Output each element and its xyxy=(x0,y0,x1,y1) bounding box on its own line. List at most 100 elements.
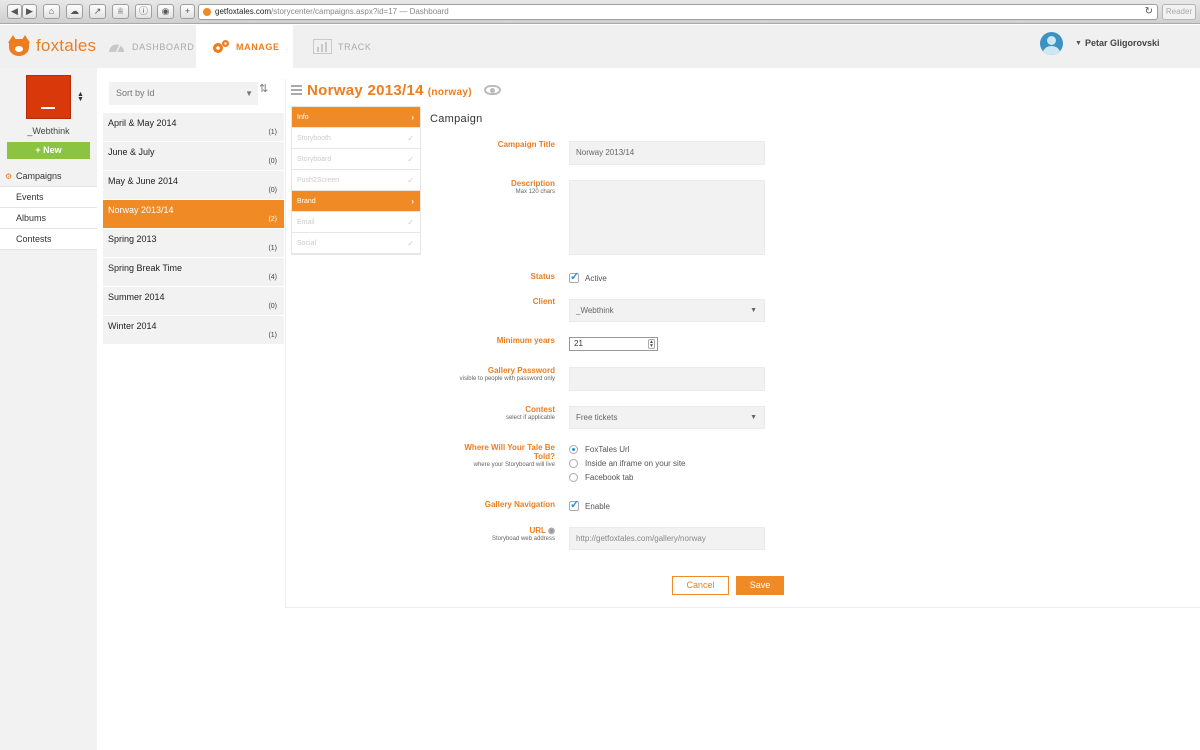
description-textarea[interactable] xyxy=(569,180,765,255)
home-icon[interactable]: ⌂ xyxy=(43,4,60,19)
step-email[interactable]: Email ✓ xyxy=(292,212,420,233)
step-push2screen[interactable]: Push2Screen ✓ xyxy=(292,170,420,191)
contest-select[interactable]: Free tickets ▼ xyxy=(569,406,765,429)
foxtales-logo[interactable]: foxtales xyxy=(8,33,96,59)
step-brand[interactable]: Brand › xyxy=(292,191,420,212)
list-item[interactable]: June & July (0) xyxy=(103,142,284,171)
page-title-text: — Dashboard xyxy=(399,7,449,16)
sidebar-item-contests[interactable]: Contests xyxy=(0,229,97,250)
sidebar-item-label: Albums xyxy=(16,213,47,223)
sidebar-item-label: Contests xyxy=(16,234,52,244)
chevron-right-icon: › xyxy=(411,113,414,122)
url-label: URL ◉ Storyboad web address xyxy=(491,526,555,542)
new-tab-icon[interactable]: + xyxy=(180,4,195,19)
min-years-stepper[interactable]: 21 ▲ ▼ xyxy=(569,337,658,351)
step-storyboard[interactable]: Storyboard ✓ xyxy=(292,149,420,170)
contest-label: Contest select if applicable xyxy=(505,405,555,421)
radio-icon xyxy=(569,459,578,468)
tab-dashboard[interactable]: DASHBOARD xyxy=(98,25,196,68)
step-label: Info xyxy=(297,114,309,121)
description-label: Description Max 120 chars xyxy=(510,179,555,195)
eye-icon: ◉ xyxy=(548,526,555,535)
extension-icon[interactable]: ◉ xyxy=(157,4,174,19)
list-item-selected[interactable]: Norway 2013/14 (2) xyxy=(103,200,284,229)
step-label: Storybooth xyxy=(297,135,331,142)
sidebar-item-albums[interactable]: Albums xyxy=(0,208,97,229)
list-item[interactable]: Spring 2013 (1) xyxy=(103,229,284,258)
sidebar-item-events[interactable]: Events xyxy=(0,187,97,208)
campaign-title-input[interactable]: Norway 2013/14 xyxy=(569,141,765,165)
share-icon[interactable]: ↗ xyxy=(89,4,106,19)
cloud-icon[interactable]: ☁ xyxy=(66,4,83,19)
status-active-checkbox[interactable]: Active xyxy=(569,270,607,283)
gallery-navigation-checkbox[interactable]: Enable xyxy=(569,498,610,511)
reload-icon[interactable]: ↻ xyxy=(1145,5,1153,19)
url-path: /storycenter/campaigns.aspx?id=17 xyxy=(271,7,398,16)
list-item[interactable]: May & June 2014 (0) xyxy=(103,171,284,200)
chevron-down-icon: ▼ xyxy=(245,89,253,98)
list-item[interactable]: Spring Break Time (4) xyxy=(103,258,284,287)
company-switch-icon[interactable]: ▲ ▼ xyxy=(77,91,84,103)
tab-track[interactable]: TRACK xyxy=(293,25,389,68)
tab-manage[interactable]: MANAGE xyxy=(196,25,293,68)
back-icon[interactable]: ◀ xyxy=(7,4,22,19)
gallery-password-input[interactable] xyxy=(569,367,765,391)
check-icon: ✓ xyxy=(407,155,414,164)
campaign-count: (1) xyxy=(268,129,277,136)
radio-iframe[interactable]: Inside an iframe on your site xyxy=(569,459,686,468)
reader-button[interactable]: Reader xyxy=(1162,4,1196,20)
radio-label: Inside an iframe on your site xyxy=(585,459,686,468)
menu-icon[interactable] xyxy=(291,85,302,95)
save-button[interactable]: Save xyxy=(736,576,784,595)
forward-icon[interactable]: ▶ xyxy=(22,4,37,19)
campaign-editor: Norway 2013/14 (norway) Info › Storybooth ✓… xyxy=(285,68,1200,608)
list-item[interactable]: April & May 2014 (1) xyxy=(103,113,284,142)
step-info[interactable]: Info › xyxy=(292,107,420,128)
campaign-count: (2) xyxy=(268,216,277,223)
campaign-name: Winter 2014 xyxy=(108,321,157,331)
step-storybooth[interactable]: Storybooth ✓ xyxy=(292,128,420,149)
radio-facebook-tab[interactable]: Facebook tab xyxy=(569,473,633,482)
gallery-navigation-label: Gallery Navigation xyxy=(484,500,555,509)
address-bar[interactable]: getfoxtales.com/storycenter/campaigns.as… xyxy=(198,4,1158,20)
radio-foxtales-url[interactable]: FoxTales Url xyxy=(569,445,629,454)
avatar xyxy=(1040,31,1063,55)
sort-select[interactable]: Sort by Id ▼ xyxy=(109,82,258,105)
checkbox-checked-icon xyxy=(569,270,579,283)
step-label: Social xyxy=(297,240,317,247)
radio-selected-icon xyxy=(569,445,578,454)
list-item[interactable]: Summer 2014 (0) xyxy=(103,287,284,316)
sidebar-item-label: Events xyxy=(16,192,44,202)
sort-order-icon[interactable]: ⇅ xyxy=(259,82,268,95)
bookmarks-icon[interactable]: ♕ xyxy=(112,4,129,19)
campaign-slug: (norway) xyxy=(427,87,472,98)
sidebar: ▲ ▼ _Webthink + New ⚙ Campaigns Events Al… xyxy=(0,68,97,750)
radio-icon xyxy=(569,473,578,482)
chevron-right-icon: › xyxy=(411,197,414,206)
campaign-count: (1) xyxy=(268,332,277,339)
new-button[interactable]: + New xyxy=(7,142,90,159)
user-name: Petar Gligorovski xyxy=(1084,38,1160,48)
client-select[interactable]: _Webthink ▼ xyxy=(569,299,765,322)
stepper-value: 21 xyxy=(574,339,583,348)
checkbox-checked-icon xyxy=(569,498,579,511)
campaign-list: April & May 2014 (1) June & July (0) May… xyxy=(103,113,284,345)
company-logo[interactable] xyxy=(26,75,71,119)
client-select-value: _Webthink xyxy=(576,306,614,315)
client-label: Client xyxy=(532,297,555,306)
eye-icon[interactable] xyxy=(484,85,501,95)
info-icon[interactable]: ⓘ xyxy=(135,4,152,19)
campaign-name: Spring Break Time xyxy=(108,263,183,273)
user-menu[interactable]: ▼ Petar Gligorovski xyxy=(1040,30,1159,56)
stepper-arrows-icon[interactable]: ▲ ▼ xyxy=(648,339,655,349)
step-social[interactable]: Social ✓ xyxy=(292,233,420,254)
campaign-name: Norway 2013/14 xyxy=(108,205,174,215)
gallery-password-label: Gallery Password visible to people with p… xyxy=(459,366,555,382)
url-input[interactable]: http://getfoxtales.com/gallery/norway xyxy=(569,527,765,550)
sidebar-item-campaigns[interactable]: ⚙ Campaigns xyxy=(0,166,97,187)
tab-track-label: TRACK xyxy=(338,41,372,52)
step-nav: Info › Storybooth ✓ Storyboard ✓ Push2Scree… xyxy=(291,106,421,255)
campaign-count: (0) xyxy=(268,158,277,165)
cancel-button[interactable]: Cancel xyxy=(672,576,729,595)
list-item[interactable]: Winter 2014 (1) xyxy=(103,316,284,345)
